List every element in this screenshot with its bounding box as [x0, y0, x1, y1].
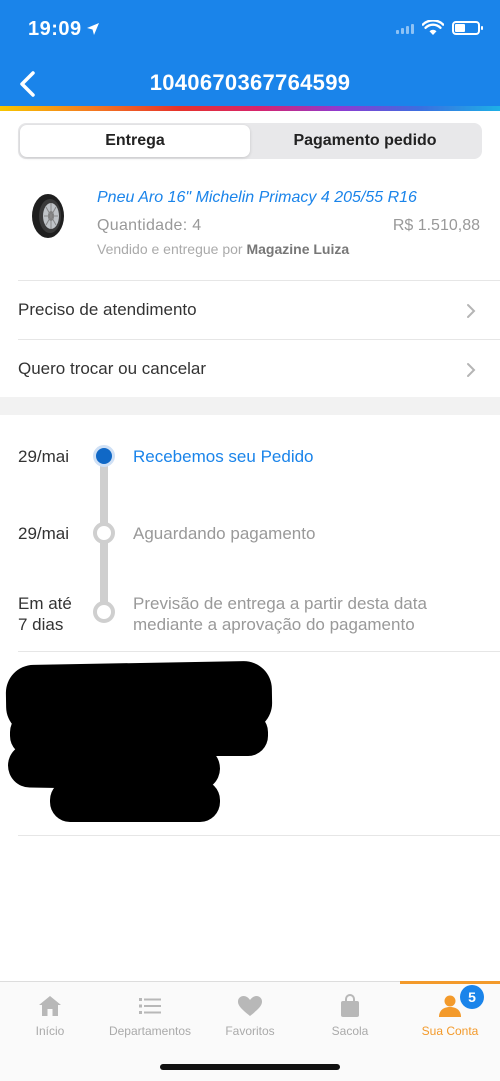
tire-product-image: [32, 194, 64, 238]
tab-entrega[interactable]: Entrega: [20, 125, 250, 157]
menu-item-trocar-cancelar[interactable]: Quero trocar ou cancelar: [0, 340, 500, 398]
product-quantity: Quantidade: 4: [97, 217, 202, 234]
product-summary[interactable]: Pneu Aro 16" Michelin Primacy 4 205/55 R…: [0, 180, 500, 280]
tab-pagamento-pedido[interactable]: Pagamento pedido: [250, 125, 480, 157]
status-time: 19:09: [28, 18, 82, 40]
tab-label: Início: [35, 1024, 65, 1038]
brand-gradient-bar: [0, 106, 500, 111]
tab-label: Favoritos: [225, 1024, 275, 1038]
cellular-signal-icon: [396, 22, 414, 34]
tab-label: Departamentos: [108, 1024, 192, 1038]
home-icon: [39, 996, 61, 1016]
tab-label: Sacola: [331, 1024, 369, 1038]
list-icon: [139, 998, 161, 1014]
divider: [18, 651, 500, 652]
timeline-date-line2: 7 dias: [18, 615, 64, 634]
bag-icon: [341, 994, 359, 1017]
tab-sua-conta[interactable]: Sua Conta: [400, 982, 500, 1052]
status-bar: 19:09: [0, 0, 500, 58]
timeline-status: Aguardando pagamento: [133, 524, 316, 543]
timeline-dot-pending: [93, 601, 115, 623]
location-arrow-icon: [87, 23, 99, 35]
tab-favoritos[interactable]: Favoritos: [200, 982, 300, 1052]
tab-departamentos[interactable]: Departamentos: [100, 982, 200, 1052]
seller-prefix: Vendido e entregue por: [97, 241, 243, 257]
segmented-tabs: Entrega Pagamento pedido: [18, 123, 482, 159]
product-name-link[interactable]: Pneu Aro 16" Michelin Primacy 4 205/55 R…: [97, 189, 417, 207]
order-number-title: 1040670367764599: [149, 70, 351, 95]
account-notification-badge: 5: [460, 985, 484, 1009]
menu-item-atendimento[interactable]: Preciso de atendimento: [0, 281, 500, 339]
product-seller: Vendido e entregue por Magazine Luiza: [97, 241, 349, 257]
timeline-status: Recebemos seu Pedido: [133, 447, 314, 466]
home-indicator: [160, 1064, 340, 1070]
tab-sacola[interactable]: Sacola: [300, 982, 400, 1052]
timeline-date-line1: Em até: [18, 594, 72, 613]
tab-label: Sua Conta: [421, 1024, 479, 1038]
chevron-right-icon: [467, 363, 476, 377]
active-tab-indicator: [400, 981, 500, 984]
tab-inicio[interactable]: Início: [0, 982, 100, 1052]
timeline-dot-done: [93, 445, 115, 467]
menu-item-label: Preciso de atendimento: [18, 300, 197, 319]
wifi-icon: [422, 20, 444, 35]
chevron-right-icon: [467, 304, 476, 318]
timeline-date: 29/mai: [18, 524, 70, 543]
timeline-date: 29/mai: [18, 447, 70, 466]
divider: [18, 835, 500, 836]
app-header: 19:09 1040670367764599: [0, 0, 500, 111]
product-price: R$ 1.510,88: [392, 217, 480, 234]
battery-icon: [452, 21, 483, 35]
timeline-status-line1: Previsão de entrega a partir desta data: [133, 594, 427, 613]
timeline-status-line2: mediante a aprovação do pagamento: [133, 615, 415, 634]
status-indicators: [396, 20, 483, 36]
seller-name: Magazine Luiza: [246, 241, 350, 257]
section-spacer: [0, 397, 500, 415]
heart-icon: [238, 996, 262, 1016]
timeline-dot-pending: [93, 522, 115, 544]
menu-item-label: Quero trocar ou cancelar: [18, 359, 207, 378]
